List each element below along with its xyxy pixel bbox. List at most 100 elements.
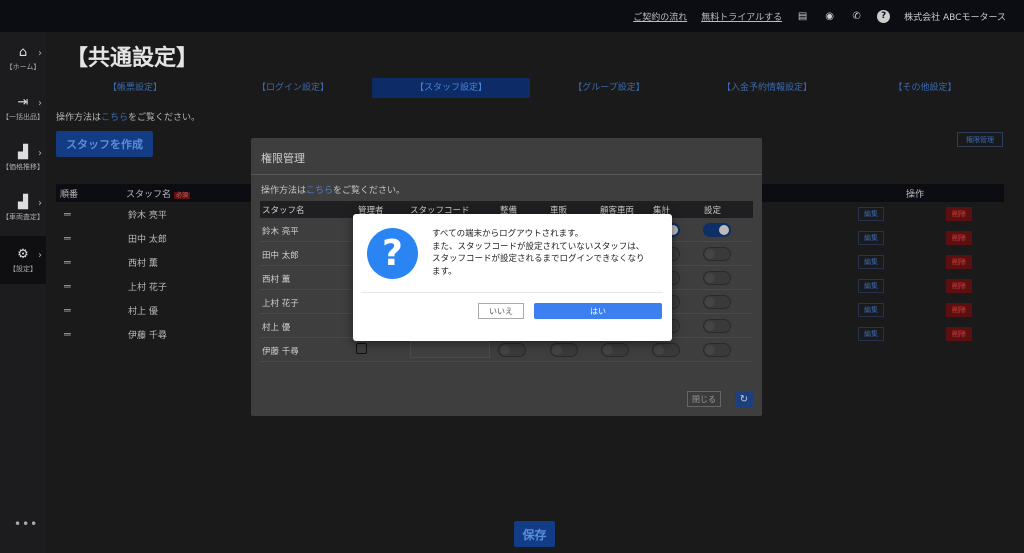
settings-toggle[interactable] [703, 247, 731, 261]
staff-name: 伊藤 千尋 [262, 347, 299, 357]
confirm-dialog: ? すべての端末からログアウトされます。 また、スタッフコードが設定されていない… [353, 214, 672, 341]
instruction-text: 操作方法はこちらをご覧ください。 [56, 110, 200, 123]
chat-icon[interactable]: ◉ [823, 10, 836, 23]
confirm-message: すべての端末からログアウトされます。 また、スタッフコードが設定されていないスタ… [432, 228, 664, 278]
company-name: 株式会社 ABCモータース [904, 12, 1006, 23]
chevron-right-icon: › [38, 148, 42, 159]
staff-name: 鈴木 亮平 [262, 227, 299, 237]
column-staff-name-label: スタッフ名 [126, 189, 172, 200]
instruction-link[interactable]: こちら [306, 186, 333, 196]
settings-tabs: 【帳票設定】 【ログイン設定】 【スタッフ設定】 【グループ設定】 【入金予約情… [56, 78, 1004, 98]
admin-checkbox[interactable] [356, 343, 367, 354]
yes-button[interactable]: はい [534, 303, 662, 319]
staff-name: 鈴木 亮平 [128, 210, 167, 221]
tab-group-settings[interactable]: 【グループ設定】 [530, 78, 688, 98]
sidebar-item-label: 【一括出品】 [2, 112, 44, 121]
required-badge: 必須 [174, 191, 191, 199]
chevron-right-icon: › [38, 250, 42, 261]
sidebar-item-label: 【価格推移】 [2, 162, 44, 171]
no-button[interactable]: いいえ [478, 303, 524, 319]
top-bar: ご契約の流れ 無料トライアルする ▤ ◉ ✆ ? 株式会社 ABCモータース [0, 0, 1024, 32]
edit-button[interactable]: 編集 [858, 279, 884, 293]
customer-vehicle-toggle[interactable] [601, 343, 629, 357]
contract-flow-link[interactable]: ご契約の流れ [633, 10, 687, 23]
table-row: 伊藤 千尋 [260, 338, 753, 362]
sidebar-item-price-trend[interactable]: ▟ 【価格推移】 › [0, 134, 46, 182]
edit-button[interactable]: 編集 [858, 207, 884, 221]
sidebar-item-label: 【車両査定】 [2, 212, 44, 221]
chevron-right-icon: › [38, 98, 42, 109]
drag-handle-icon[interactable]: ═ [56, 232, 128, 245]
delete-button[interactable]: 削除 [946, 279, 972, 293]
delete-button[interactable]: 削除 [946, 207, 972, 221]
chevron-right-icon: › [38, 48, 42, 59]
edit-button[interactable]: 編集 [858, 231, 884, 245]
drag-handle-icon[interactable]: ═ [56, 280, 128, 293]
instruction-prefix: 操作方法は [261, 186, 307, 196]
permission-modal-title: 権限管理 [261, 152, 305, 165]
tab-staff-settings[interactable]: 【スタッフ設定】 [372, 78, 530, 98]
edit-button[interactable]: 編集 [858, 327, 884, 341]
message-line: また、スタッフコードが設定されていないスタッフは、 [432, 241, 645, 252]
tab-login-settings[interactable]: 【ログイン設定】 [214, 78, 372, 98]
settings-toggle[interactable] [703, 223, 731, 237]
divider [251, 174, 762, 175]
chevron-right-icon: › [38, 198, 42, 209]
sidebar: ⌂ 【ホーム】 › ⇥ 【一括出品】 › ▟ 【価格推移】 › ▟ 【車両査定】… [0, 32, 46, 553]
phone-icon[interactable]: ✆ [850, 10, 863, 23]
sidebar-item-vehicle-appraisal[interactable]: ▟ 【車両査定】 › [0, 184, 46, 232]
permission-instruction: 操作方法はこちらをご覧ください。 [261, 183, 405, 196]
staff-name: 村上 優 [128, 306, 158, 317]
delete-button[interactable]: 削除 [946, 255, 972, 269]
free-trial-link[interactable]: 無料トライアルする [701, 10, 782, 23]
settings-toggle[interactable] [703, 271, 731, 285]
sidebar-item-bulk-listing[interactable]: ⇥ 【一括出品】 › [0, 84, 46, 132]
settings-toggle[interactable] [703, 295, 731, 309]
sidebar-item-settings[interactable]: ⚙ 【設定】 › [0, 236, 46, 284]
help-icon[interactable]: ? [877, 9, 891, 23]
create-staff-button[interactable]: スタッフを作成 [56, 131, 153, 157]
drag-handle-icon[interactable]: ═ [56, 256, 128, 269]
tab-other-settings[interactable]: 【その他設定】 [846, 78, 1004, 98]
permission-management-button[interactable]: 権限管理 [957, 132, 1003, 147]
column-staff-name: スタッフ名 [262, 206, 305, 216]
settings-toggle[interactable] [703, 343, 731, 357]
document-icon[interactable]: ▤ [796, 10, 809, 23]
staff-code-field[interactable] [410, 341, 490, 358]
edit-button[interactable]: 編集 [858, 255, 884, 269]
refresh-icon[interactable]: ↻ [735, 391, 753, 407]
instruction-suffix: をご覧ください。 [128, 113, 201, 123]
message-line: ます。 [432, 266, 457, 277]
delete-button[interactable]: 削除 [946, 231, 972, 245]
instruction-link[interactable]: こちら [101, 113, 128, 123]
staff-name: 上村 花子 [128, 282, 167, 293]
drag-handle-icon[interactable]: ═ [56, 304, 128, 317]
instruction-suffix: をご覧ください。 [333, 186, 406, 196]
car-sales-toggle[interactable] [550, 343, 578, 357]
sidebar-item-label: 【ホーム】 [5, 62, 41, 71]
staff-name: 伊藤 千尋 [128, 330, 167, 341]
message-line: スタッフコードが設定されるまでログインできなくなり [432, 254, 645, 264]
divider [361, 292, 663, 293]
delete-button[interactable]: 削除 [946, 327, 972, 341]
delete-button[interactable]: 削除 [946, 303, 972, 317]
column-actions: 操作 [906, 189, 925, 200]
drag-handle-icon[interactable]: ═ [56, 328, 128, 341]
column-staff-name: スタッフ名 必須 [126, 187, 226, 200]
maintenance-toggle[interactable] [498, 343, 526, 357]
close-button[interactable]: 閉じる [687, 391, 721, 407]
sidebar-item-home[interactable]: ⌂ 【ホーム】 › [0, 34, 46, 82]
drag-handle-icon[interactable]: ═ [56, 208, 128, 221]
settings-toggle[interactable] [703, 319, 731, 333]
save-button[interactable]: 保存 [514, 521, 555, 547]
staff-name: 村上 優 [262, 323, 291, 333]
tab-form-settings[interactable]: 【帳票設定】 [56, 78, 214, 98]
edit-button[interactable]: 編集 [858, 303, 884, 317]
sidebar-item-label: 【設定】 [9, 264, 37, 273]
chart-icon: ▟ [18, 144, 28, 160]
more-icon[interactable]: ••• [14, 517, 38, 531]
message-line: すべての端末からログアウトされます。 [432, 229, 584, 239]
tab-payment-info-settings[interactable]: 【入金予約情報設定】 [688, 78, 846, 98]
aggregation-toggle[interactable] [652, 343, 680, 357]
staff-name: 田中 太郎 [262, 251, 299, 261]
